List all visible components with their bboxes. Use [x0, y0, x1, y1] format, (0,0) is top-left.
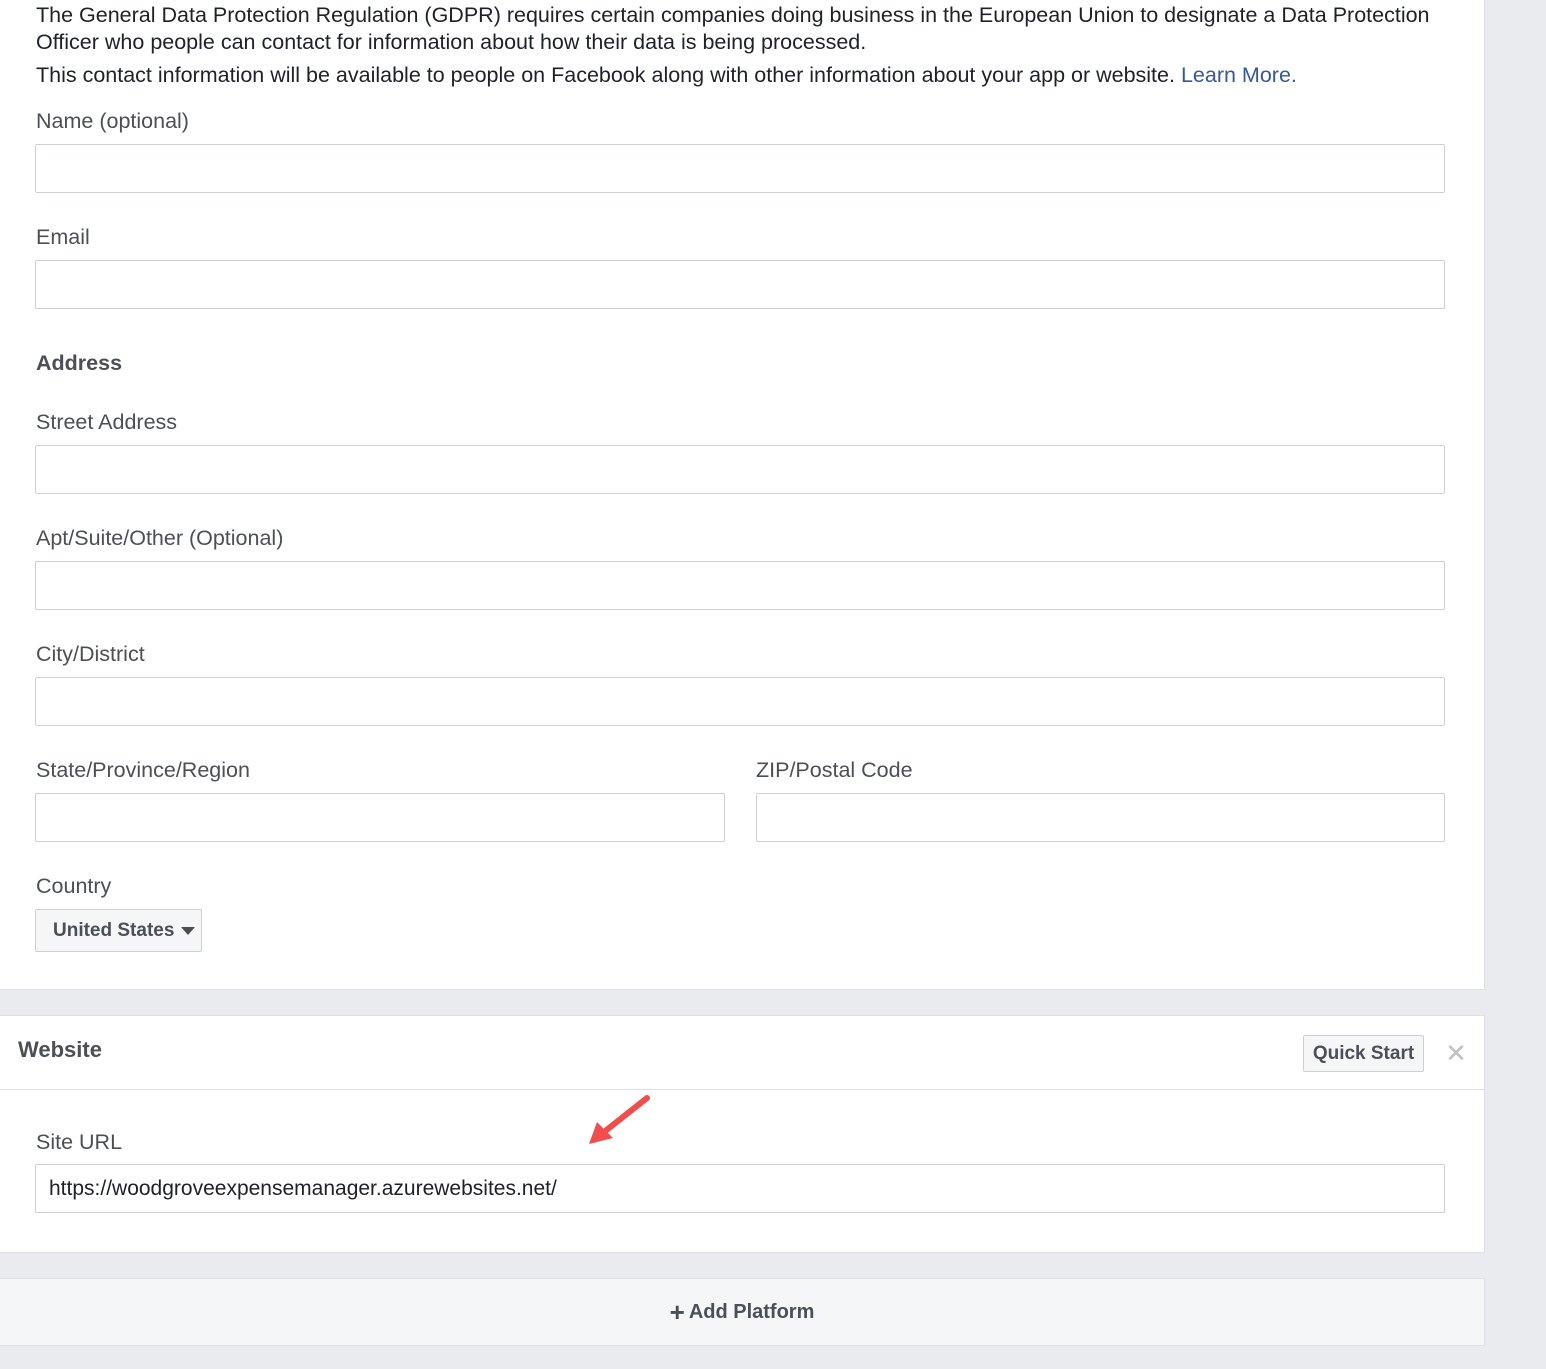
- zip-postal-label: ZIP/Postal Code: [756, 758, 913, 782]
- city-district-label: City/District: [36, 642, 145, 666]
- gdpr-description-text: The General Data Protection Regulation (…: [36, 3, 1430, 54]
- state-province-label: State/Province/Region: [36, 758, 250, 782]
- site-url-label: Site URL: [36, 1130, 123, 1154]
- country-label: Country: [36, 874, 112, 898]
- email-label: Email: [36, 225, 90, 249]
- add-platform-button[interactable]: + Add Platform: [0, 1278, 1485, 1346]
- email-input[interactable]: [35, 260, 1445, 309]
- zip-postal-input[interactable]: [756, 793, 1445, 842]
- city-district-input[interactable]: [35, 677, 1445, 726]
- plus-icon: +: [669, 1297, 685, 1327]
- state-province-input[interactable]: [35, 793, 725, 842]
- street-address-label: Street Address: [36, 410, 178, 434]
- website-panel: [0, 1015, 1485, 1253]
- gdpr-panel: The General Data Protection Regulation (…: [0, 0, 1485, 990]
- gdpr-visibility-note: This contact information will be availab…: [36, 62, 1446, 89]
- website-section-title: Website: [18, 1037, 102, 1062]
- annotation-arrow-icon: [589, 1095, 650, 1144]
- country-select[interactable]: United States: [35, 909, 202, 952]
- chevron-down-icon: [181, 926, 196, 935]
- apt-suite-label: Apt/Suite/Other (Optional): [36, 526, 284, 550]
- street-address-input[interactable]: [35, 445, 1445, 494]
- name-input[interactable]: [35, 144, 1445, 193]
- name-label: Name (optional): [36, 109, 189, 133]
- country-selected-value: United States: [53, 919, 175, 941]
- quick-start-button[interactable]: Quick Start: [1303, 1035, 1424, 1072]
- address-heading: Address: [36, 351, 123, 375]
- gdpr-description: The General Data Protection Regulation (…: [36, 2, 1446, 56]
- learn-more-link[interactable]: Learn More.: [1181, 63, 1297, 87]
- site-url-input[interactable]: https://woodgroveexpensemanager.azureweb…: [35, 1164, 1445, 1213]
- add-platform-label: Add Platform: [688, 1300, 815, 1323]
- apt-suite-input[interactable]: [35, 561, 1445, 610]
- add-platform-content: + Add Platform: [669, 1297, 815, 1327]
- website-header-divider: [0, 1089, 1485, 1090]
- gdpr-visibility-text: This contact information will be availab…: [36, 63, 1175, 87]
- close-icon[interactable]: ✕: [1444, 1040, 1468, 1066]
